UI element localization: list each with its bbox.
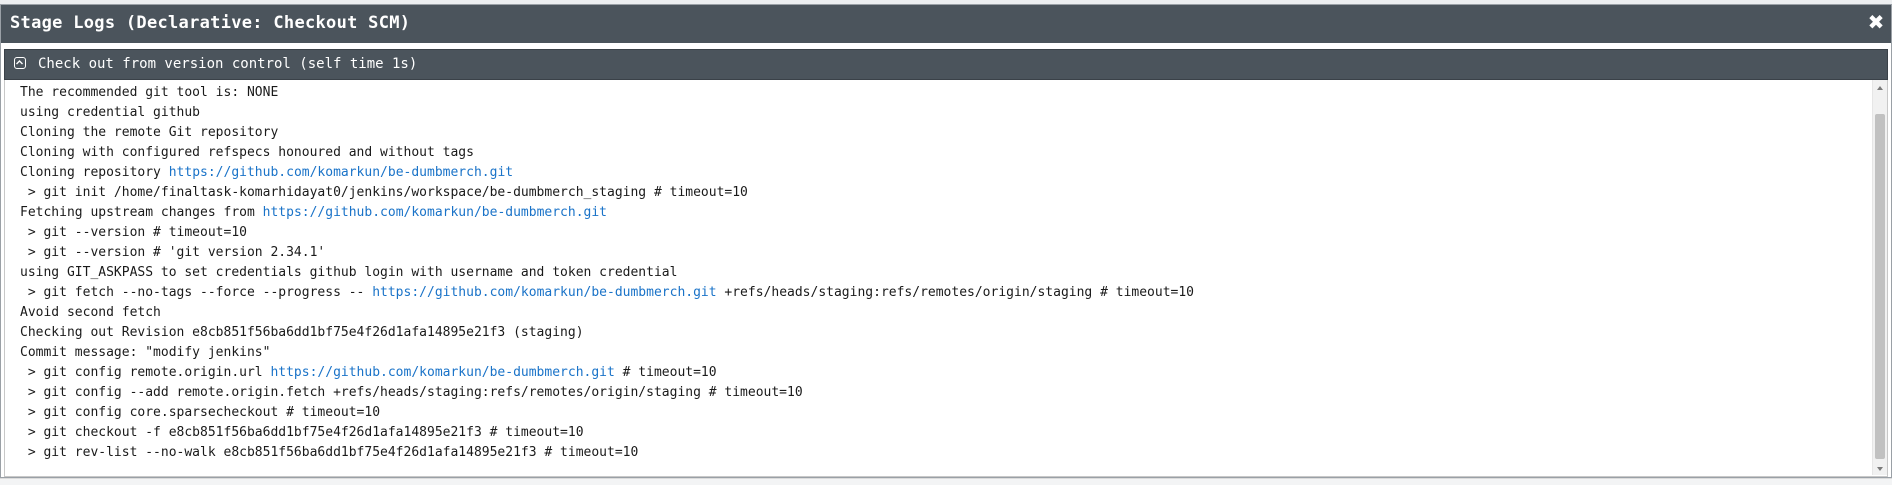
log-text: Avoid second fetch [20, 305, 161, 320]
log-text: Cloning repository [20, 165, 169, 180]
log-line: > git config remote.origin.url https://g… [20, 363, 1860, 383]
log-text: > git checkout -f e8cb851f56ba6dd1bf75e4… [20, 425, 584, 440]
log-text: The recommended git tool is: NONE [20, 85, 279, 100]
log-line: Avoid second fetch [20, 303, 1860, 323]
log-line: > git --version # 'git version 2.34.1' [20, 243, 1860, 263]
log-text: Cloning the remote Git repository [20, 125, 279, 140]
log-text: > git --version # timeout=10 [20, 225, 247, 240]
stage-logs-dialog: Stage Logs (Declarative: Checkout SCM) ✖… [0, 4, 1892, 478]
log-text: using GIT_ASKPASS to set credentials git… [20, 265, 678, 280]
repository-link[interactable]: https://github.com/komarkun/be-dumbmerch… [263, 205, 607, 220]
step-label: Check out from version control (self tim… [38, 56, 418, 72]
collapse-icon[interactable] [14, 57, 26, 69]
log-line: Commit message: "modify jenkins" [20, 343, 1860, 363]
log-line: Cloning repository https://github.com/ko… [20, 163, 1860, 183]
log-line: using GIT_ASKPASS to set credentials git… [20, 263, 1860, 283]
log-text: using credential github [20, 105, 201, 120]
log-text: Cloning with configured refspecs honoure… [20, 145, 474, 160]
log-text: Fetching upstream changes from [20, 205, 263, 220]
step-header[interactable]: Check out from version control (self tim… [4, 49, 1888, 80]
vertical-scrollbar[interactable] [1872, 80, 1887, 475]
log-text: > git rev-list --no-walk e8cb851f56ba6dd… [20, 445, 639, 460]
log-text: > git config --add remote.origin.fetch +… [20, 385, 803, 400]
scroll-thumb[interactable] [1875, 114, 1885, 459]
repository-link[interactable]: https://github.com/komarkun/be-dumbmerch… [169, 165, 513, 180]
scroll-down-arrow-icon[interactable] [1873, 461, 1887, 475]
log-line: Cloning the remote Git repository [20, 123, 1860, 143]
log-line: > git rev-list --no-walk e8cb851f56ba6dd… [20, 443, 1860, 463]
close-button[interactable]: ✖ [1865, 11, 1887, 33]
console-log: The recommended git tool is: NONE using c… [4, 80, 1888, 477]
log-line: Cloning with configured refspecs honoure… [20, 143, 1860, 163]
scroll-up-arrow-icon[interactable] [1873, 80, 1887, 94]
log-text: > git fetch --no-tags --force --progress… [20, 285, 373, 300]
log-line: > git config --add remote.origin.fetch +… [20, 383, 1860, 403]
log-text: # timeout=10 [614, 365, 717, 380]
log-line: Checking out Revision e8cb851f56ba6dd1bf… [20, 323, 1860, 343]
log-text: > git config core.sparsecheckout # timeo… [20, 405, 381, 420]
log-text: > git init /home/finaltask-komarhidayat0… [20, 185, 748, 200]
repository-link[interactable]: https://github.com/komarkun/be-dumbmerch… [372, 285, 716, 300]
dialog-title: Stage Logs (Declarative: Checkout SCM) [10, 13, 411, 33]
log-line: > git init /home/finaltask-komarhidayat0… [20, 183, 1860, 203]
log-text: Commit message: "modify jenkins" [20, 345, 271, 360]
log-text: Checking out Revision e8cb851f56ba6dd1bf… [20, 325, 584, 340]
log-line: > git config core.sparsecheckout # timeo… [20, 403, 1860, 423]
log-line: The recommended git tool is: NONE [20, 83, 1860, 103]
log-content: The recommended git tool is: NONE using c… [20, 83, 1860, 463]
log-line: using credential github [20, 103, 1860, 123]
log-line: > git fetch --no-tags --force --progress… [20, 283, 1860, 303]
repository-link[interactable]: https://github.com/komarkun/be-dumbmerch… [270, 365, 614, 380]
log-line: Fetching upstream changes from https://g… [20, 203, 1860, 223]
log-line: > git --version # timeout=10 [20, 223, 1860, 243]
log-line: > git checkout -f e8cb851f56ba6dd1bf75e4… [20, 423, 1860, 443]
log-text: > git config remote.origin.url [20, 365, 271, 380]
log-text: +refs/heads/staging:refs/remotes/origin/… [716, 285, 1195, 300]
dialog-header: Stage Logs (Declarative: Checkout SCM) ✖ [1, 5, 1891, 43]
log-text: > git --version # 'git version 2.34.1' [20, 245, 326, 260]
